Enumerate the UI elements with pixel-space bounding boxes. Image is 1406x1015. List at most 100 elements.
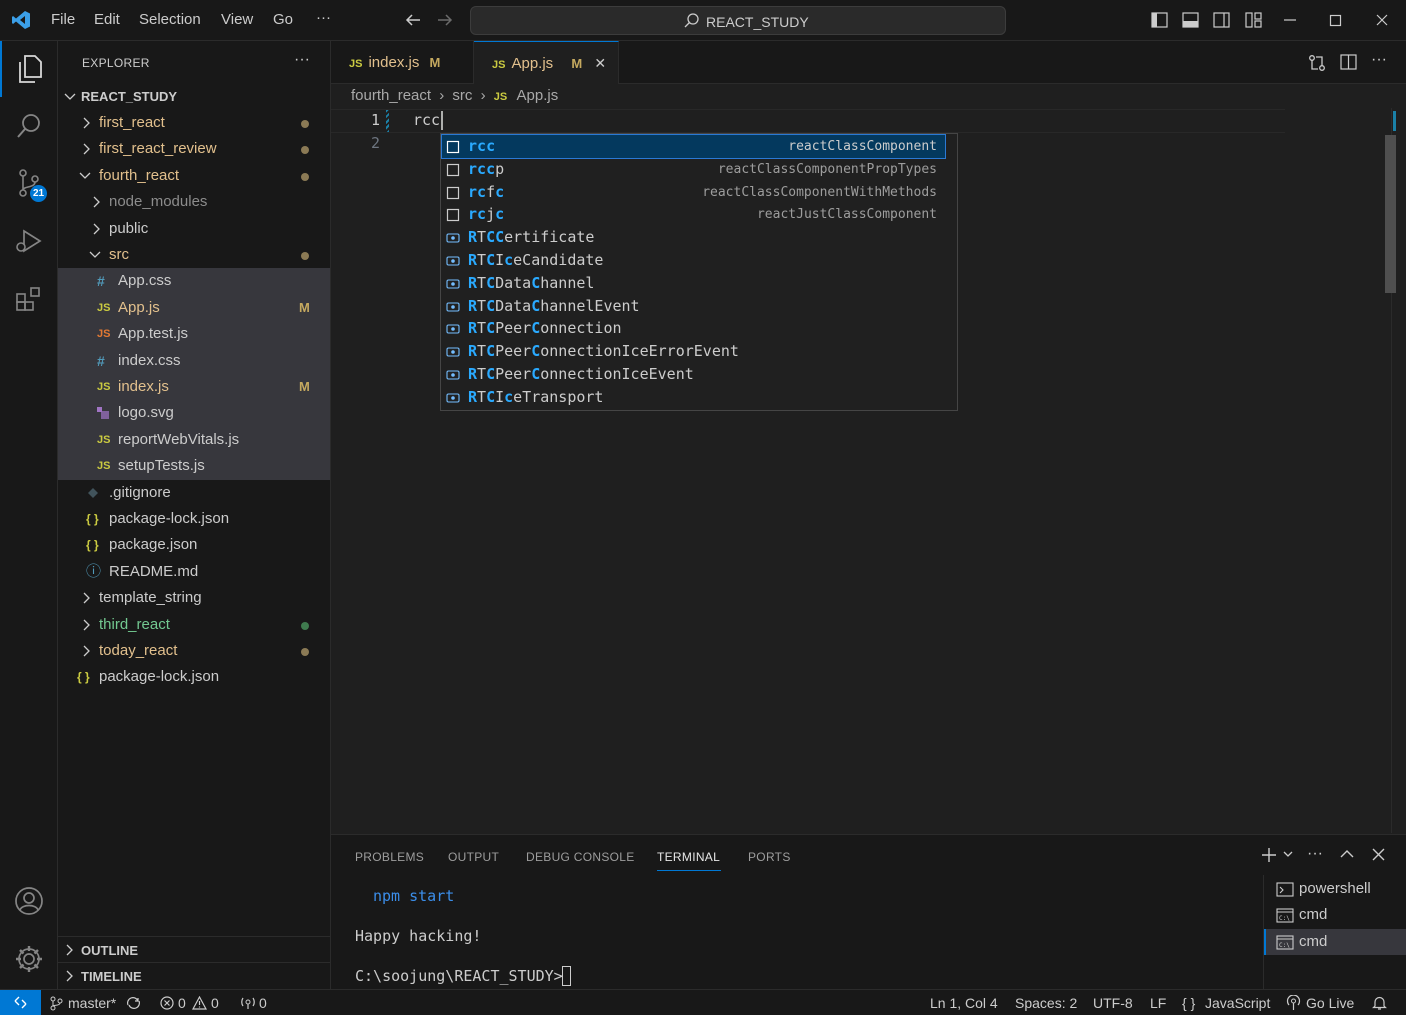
command-center-search[interactable]: REACT_STUDY: [470, 6, 1006, 35]
suggestion-item[interactable]: rcjc reactJustClassComponent: [442, 203, 945, 226]
suggestion-item[interactable]: rccp reactClassComponentPropTypes: [442, 158, 945, 181]
chevron-down-icon[interactable]: [1283, 851, 1293, 859]
tree-item-package-json[interactable]: { } package.json: [58, 532, 330, 558]
tree-item-node-modules[interactable]: node_modules: [58, 189, 330, 215]
tree-item-app-js[interactable]: JS App.js M: [58, 295, 330, 321]
tab-index-js[interactable]: JS index.js M: [331, 41, 474, 84]
panel-tab-terminal[interactable]: TERMINAL: [657, 850, 720, 864]
suggestion-item[interactable]: RTCDataChannel: [442, 272, 945, 295]
minimize-icon[interactable]: [1283, 14, 1297, 26]
source-control-activity[interactable]: 21: [0, 155, 58, 211]
close-panel-icon[interactable]: [1372, 848, 1385, 861]
accounts-activity[interactable]: [0, 873, 58, 929]
menu-edit[interactable]: Edit: [94, 11, 120, 28]
forward-arrow-icon[interactable]: [436, 12, 454, 28]
maximize-panel-icon[interactable]: [1340, 849, 1354, 859]
suggestion-item[interactable]: RTCDataChannelEvent: [442, 295, 945, 318]
suggestion-item[interactable]: RTCIceCandidate: [442, 249, 945, 272]
toggle-primary-sidebar-icon[interactable]: [1151, 12, 1168, 28]
line-ending[interactable]: LF: [1150, 995, 1166, 1011]
ports-count[interactable]: 0: [259, 995, 267, 1011]
timeline-section[interactable]: TIMELINE: [58, 962, 330, 988]
explorer-more-icon[interactable]: ···: [294, 51, 310, 69]
run-debug-activity[interactable]: [0, 213, 58, 269]
split-editor-icon[interactable]: [1340, 54, 1357, 70]
tree-item-app-test-js[interactable]: JS App.test.js: [58, 321, 330, 347]
tab-app-js[interactable]: JS App.js M ✕: [474, 41, 619, 84]
sync-icon[interactable]: [125, 996, 142, 1010]
customize-layout-icon[interactable]: [1245, 12, 1262, 28]
suggestion-item[interactable]: RTCPeerConnectionIceErrorEvent: [442, 340, 945, 363]
panel-tab-debug-console[interactable]: DEBUG CONSOLE: [526, 850, 635, 864]
tree-item-template-string[interactable]: template_string: [58, 585, 330, 611]
suggestion-scrollbar[interactable]: [1385, 135, 1396, 293]
menu-go[interactable]: Go: [273, 11, 293, 28]
manage-activity[interactable]: [0, 931, 58, 987]
maximize-icon[interactable]: [1329, 14, 1342, 27]
terminal-item-powershell[interactable]: powershell: [1264, 876, 1406, 902]
modified-dot: [301, 252, 309, 260]
menu-more[interactable]: ···: [316, 9, 331, 26]
suggestion-item[interactable]: RTCPeerConnection: [442, 317, 945, 340]
tree-item-today-react[interactable]: today_react: [58, 638, 330, 664]
editor-more-icon[interactable]: ···: [1371, 51, 1387, 69]
tree-item-public[interactable]: public: [58, 216, 330, 242]
tree-item-setup-tests[interactable]: JS setupTests.js: [58, 453, 330, 479]
error-count[interactable]: 0: [178, 995, 186, 1011]
menu-file[interactable]: File: [51, 11, 75, 28]
menu-selection[interactable]: Selection: [139, 11, 201, 28]
terminal-item-cmd-active[interactable]: C:\ cmd: [1264, 929, 1406, 955]
cursor-position[interactable]: Ln 1, Col 4: [930, 995, 998, 1011]
tree-item-report-web-vitals[interactable]: JS reportWebVitals.js: [58, 427, 330, 453]
warning-count[interactable]: 0: [211, 995, 219, 1011]
suggestion-item[interactable]: RTCIceTransport: [442, 386, 945, 409]
indentation[interactable]: Spaces: 2: [1015, 995, 1077, 1011]
tree-item-index-js[interactable]: JS index.js M: [58, 374, 330, 400]
tree-item-index-css[interactable]: # index.css: [58, 348, 330, 374]
remote-indicator[interactable]: [0, 990, 41, 1015]
tree-item-src[interactable]: src: [58, 242, 330, 268]
extensions-activity[interactable]: [0, 271, 58, 327]
tree-item-first-react[interactable]: first_react: [58, 110, 330, 136]
tree-item-logo-svg[interactable]: logo.svg: [58, 400, 330, 426]
panel-tab-output[interactable]: OUTPUT: [448, 850, 499, 864]
tree-item-fourth-react[interactable]: fourth_react: [58, 163, 330, 189]
encoding[interactable]: UTF-8: [1093, 995, 1133, 1011]
close-window-icon[interactable]: [1375, 13, 1389, 27]
open-changes-icon[interactable]: [1308, 54, 1326, 72]
line-number: 2: [371, 134, 381, 152]
panel-tab-problems[interactable]: PROBLEMS: [355, 850, 424, 864]
tree-item-third-react[interactable]: third_react: [58, 612, 330, 638]
back-arrow-icon[interactable]: [404, 12, 422, 28]
tree-item-root-package-lock[interactable]: { } package-lock.json: [58, 664, 330, 690]
go-live-button[interactable]: Go Live: [1306, 995, 1354, 1011]
outline-section[interactable]: OUTLINE: [58, 936, 330, 962]
tree-item-package-lock-json[interactable]: { } package-lock.json: [58, 506, 330, 532]
breadcrumb-folder[interactable]: fourth_react: [351, 87, 431, 104]
breadcrumb-file[interactable]: App.js: [517, 87, 559, 104]
menu-view[interactable]: View: [221, 11, 253, 28]
explorer-activity[interactable]: [0, 41, 58, 97]
new-terminal-icon[interactable]: [1260, 846, 1278, 864]
panel-more-icon[interactable]: ···: [1307, 845, 1323, 863]
toggle-panel-icon[interactable]: [1182, 12, 1199, 28]
search-activity[interactable]: [0, 98, 58, 154]
panel-tab-ports[interactable]: PORTS: [748, 850, 791, 864]
tree-item-first-react-review[interactable]: first_react_review: [58, 136, 330, 162]
workspace-root[interactable]: REACT_STUDY: [58, 84, 330, 110]
tree-item-app-css[interactable]: # App.css: [58, 268, 330, 294]
suggestion-item[interactable]: rcc reactClassComponent: [441, 134, 946, 159]
toggle-secondary-sidebar-icon[interactable]: [1213, 12, 1230, 28]
close-tab-icon[interactable]: ✕: [594, 55, 606, 71]
suggestion-item[interactable]: RTCPeerConnectionIceEvent: [442, 363, 945, 386]
tree-item-label: index.css: [118, 352, 181, 369]
tree-item-gitignore[interactable]: .gitignore: [58, 480, 330, 506]
tree-item-readme[interactable]: ⓘ README.md: [58, 559, 330, 585]
suggestion-item[interactable]: rcfc reactClassComponentWithMethods: [442, 181, 945, 204]
language-mode[interactable]: JavaScript: [1205, 995, 1270, 1011]
git-branch[interactable]: master*: [68, 995, 116, 1011]
suggestion-item[interactable]: RTCCertificate: [442, 226, 945, 249]
terminal-item-cmd[interactable]: C:\ cmd: [1264, 902, 1406, 928]
bell-icon[interactable]: [1372, 995, 1387, 1011]
breadcrumb-src[interactable]: src: [452, 87, 472, 104]
